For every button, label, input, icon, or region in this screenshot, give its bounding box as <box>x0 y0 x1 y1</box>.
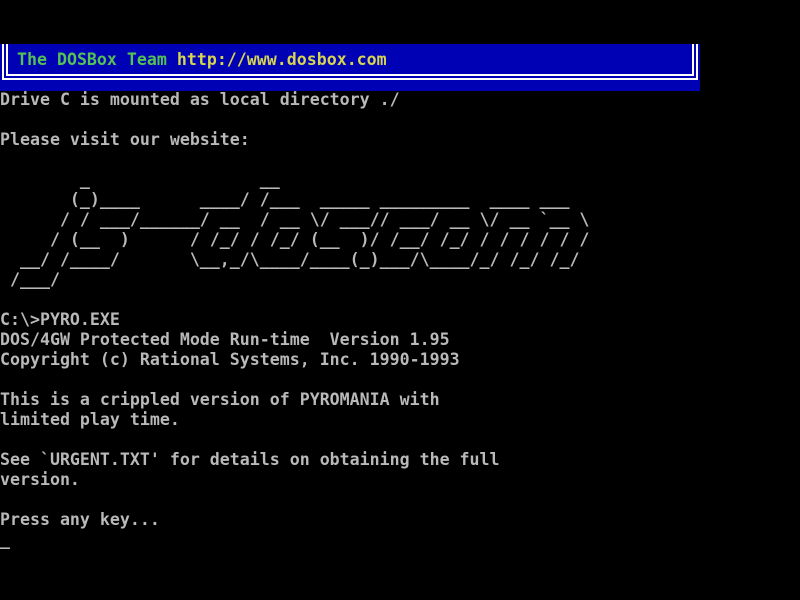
console-line: (_)____ ____/ /___ _____ _________ ____ … <box>0 190 800 210</box>
console-line: Drive C is mounted as local directory ./ <box>0 90 800 110</box>
console-line <box>0 150 800 170</box>
console-line: See `URGENT.TXT' for details on obtainin… <box>0 450 800 470</box>
console-line: version. <box>0 470 800 490</box>
console-line <box>0 370 800 390</box>
console-line: / / ___/______/ __ / __ \/ ___// ___/ __… <box>0 210 800 230</box>
console-line <box>0 290 800 310</box>
console-line: C:\>PYRO.EXE <box>0 310 800 330</box>
console-line <box>0 490 800 510</box>
console-line <box>0 110 800 130</box>
title-separator <box>167 50 177 69</box>
dosbox-team-label: The DOSBox Team <box>17 50 167 69</box>
console-line: Copyright (c) Rational Systems, Inc. 199… <box>0 350 800 370</box>
console-line: DOS/4GW Protected Mode Run-time Version … <box>0 330 800 350</box>
text-cursor: _ <box>0 530 10 550</box>
console-line: / (__ ) / /_/ / /_/ (__ )/ /__/ /_/ / / … <box>0 230 800 250</box>
console-line: limited play time. <box>0 410 800 430</box>
console-output: Drive C is mounted as local directory ./… <box>0 90 800 530</box>
dos-screen[interactable]: The DOSBox Team http://www.dosbox.com Dr… <box>0 0 800 600</box>
console-line: _ __ <box>0 170 800 190</box>
console-line: This is a crippled version of PYROMANIA … <box>0 390 800 410</box>
dosbox-url-text: http://www.dosbox.com <box>177 50 387 69</box>
console-line: Press any key... <box>0 510 800 530</box>
console-line: Please visit our website: <box>0 130 800 150</box>
console-line <box>0 430 800 450</box>
title-bar-text: The DOSBox Team http://www.dosbox.com <box>17 50 387 70</box>
console-line: __/ /____/ \__,_/\____/____(_)___/\____/… <box>0 250 800 270</box>
dosbox-title-bar: The DOSBox Team http://www.dosbox.com <box>0 44 700 91</box>
console-line: /___/ <box>0 270 800 290</box>
